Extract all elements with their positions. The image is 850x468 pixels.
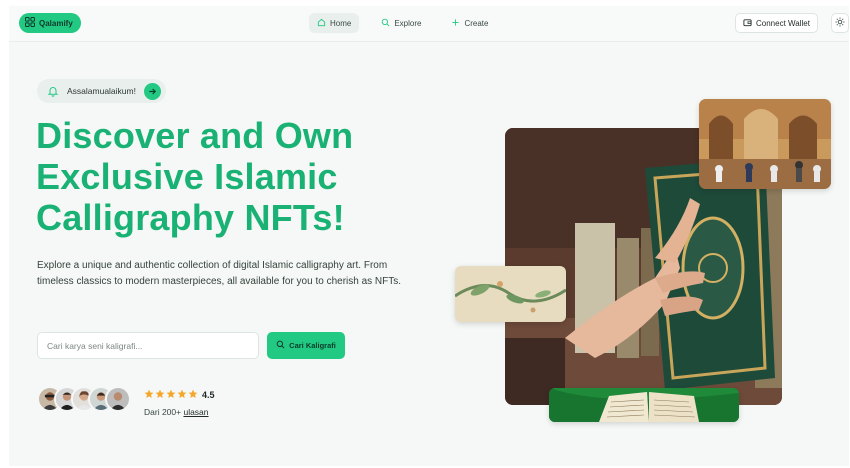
navbar: Qalamify Home Explore Create Connect Wal… <box>9 6 849 42</box>
headline-line-2: Exclusive Islamic <box>36 156 338 197</box>
headline-line-3: Calligraphy NFTs! <box>36 197 345 238</box>
nav-home-label: Home <box>330 18 352 28</box>
star-icon <box>177 386 187 404</box>
search-calligraphy-button[interactable]: Cari Kaligrafi <box>267 332 345 359</box>
open-quran-image <box>549 388 739 422</box>
nav-explore[interactable]: Explore <box>373 13 429 33</box>
avatar <box>105 386 131 412</box>
search-input[interactable] <box>37 332 259 359</box>
greeting-pill[interactable]: Assalamualaikum! <box>37 79 166 103</box>
connect-wallet-label: Connect Wallet <box>756 18 810 28</box>
plus-icon <box>451 18 460 29</box>
star-icon <box>166 386 176 404</box>
brand-name: Qalamify <box>39 18 73 28</box>
star-icon <box>188 386 198 404</box>
reviews-prefix: Dari 200+ <box>144 407 182 417</box>
grid-icon <box>25 17 35 29</box>
nav-create-label: Create <box>464 18 489 28</box>
arrow-right-icon[interactable] <box>143 82 161 100</box>
search-button-label: Cari Kaligrafi <box>289 341 336 350</box>
reviewer-avatars <box>37 386 131 412</box>
search-icon <box>381 18 390 29</box>
landing-page: Qalamify Home Explore Create Connect Wal… <box>9 6 849 466</box>
greeting-text: Assalamualaikum! <box>67 86 136 96</box>
home-icon <box>317 18 326 29</box>
sun-icon <box>835 14 845 32</box>
embroidered-fabric-image <box>455 266 566 322</box>
nav-explore-label: Explore <box>394 18 422 28</box>
star-icon <box>144 386 154 404</box>
bell-icon <box>47 85 59 97</box>
nav-home[interactable]: Home <box>309 13 360 33</box>
reviews-text: Dari 200+ ulasan <box>144 407 215 417</box>
connect-wallet-button[interactable]: Connect Wallet <box>735 13 818 33</box>
rating-summary: 4.5 Dari 200+ ulasan <box>144 386 215 417</box>
headline-line-1: Discover and Own <box>36 115 354 156</box>
rating-value: 4.5 <box>202 390 215 400</box>
nav-links: Home Explore Create <box>309 13 496 33</box>
wallet-icon <box>743 18 752 29</box>
star-icon <box>155 386 165 404</box>
search-icon <box>276 340 285 351</box>
reviews-link[interactable]: ulasan <box>183 407 208 417</box>
theme-toggle-button[interactable] <box>831 13 849 33</box>
nav-create[interactable]: Create <box>443 13 496 33</box>
hero-headline: Discover and Own Exclusive Islamic Calli… <box>36 115 456 238</box>
star-rating: 4.5 <box>144 386 215 404</box>
mosque-interior-image <box>699 99 831 189</box>
brand-logo[interactable]: Qalamify <box>19 13 81 33</box>
hero-description: Explore a unique and authentic collectio… <box>37 260 402 287</box>
